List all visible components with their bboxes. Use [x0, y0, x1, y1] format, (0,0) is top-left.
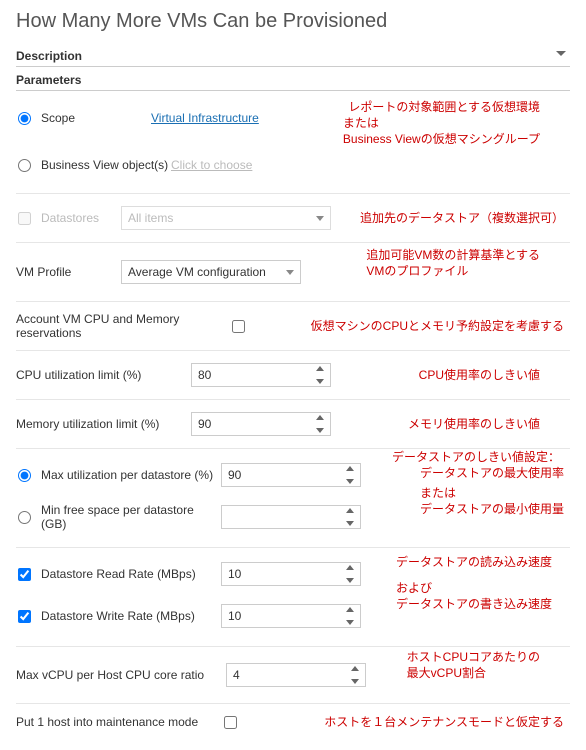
datastores-value: All items	[128, 211, 173, 225]
mem-limit-label: Memory utilization limit (%)	[16, 417, 191, 431]
cpu-limit-value: 80	[198, 368, 211, 382]
note-vcpu-2: 最大vCPU割合	[407, 665, 540, 681]
min-ds-input[interactable]	[221, 505, 361, 529]
write-rate-value: 10	[228, 609, 241, 623]
stepper-up-icon[interactable]	[346, 508, 354, 513]
read-rate-value: 10	[228, 567, 241, 581]
note-ds-b: データストアの最小使用量	[420, 501, 564, 517]
vcpu-ratio-input[interactable]: 4	[226, 663, 366, 687]
max-ds-value: 90	[228, 468, 241, 482]
page-title: How Many More VMs Can be Provisioned	[16, 10, 570, 33]
read-rate-label: Datastore Read Rate (MBps)	[41, 567, 221, 581]
reservations-label: Account VM CPU and Memory reservations	[16, 312, 232, 340]
mem-limit-value: 90	[198, 417, 211, 431]
stepper-down-icon[interactable]	[316, 428, 324, 433]
note-maint: ホストを１台メンテナンスモードと仮定する	[324, 714, 564, 730]
vmprofile-select[interactable]: Average VM configuration	[121, 260, 301, 284]
stepper-down-icon[interactable]	[351, 679, 359, 684]
vcpu-ratio-label: Max vCPU per Host CPU core ratio	[16, 668, 226, 682]
note-datastores: 追加先のデータストア（複数選択可）	[360, 210, 564, 226]
chevron-down-icon	[286, 270, 294, 275]
max-ds-label: Max utilization per datastore (%)	[41, 468, 221, 482]
description-label: Description	[16, 49, 82, 63]
stepper-down-icon[interactable]	[316, 379, 324, 384]
note-ds-title: データストアのしきい値設定：	[392, 449, 564, 465]
note-scope-2: または	[343, 115, 540, 131]
note-vmprof-1: 追加可能VM数の計算基準とする	[366, 247, 540, 263]
max-ds-input[interactable]: 90	[221, 463, 361, 487]
note-read: データストアの読み込み速度	[396, 554, 552, 570]
stepper-down-icon[interactable]	[346, 620, 354, 625]
datastores-label: Datastores	[41, 211, 121, 225]
stepper-up-icon[interactable]	[346, 466, 354, 471]
write-rate-input[interactable]: 10	[221, 604, 361, 628]
note-write: データストアの書き込み速度	[396, 596, 552, 612]
vmprofile-label: VM Profile	[16, 265, 121, 279]
note-ds-or: または	[420, 485, 564, 501]
note-cpu: CPU使用率のしきい値	[419, 367, 540, 383]
write-rate-label: Datastore Write Rate (MBps)	[41, 609, 221, 623]
stepper-up-icon[interactable]	[351, 666, 359, 671]
maint-label: Put 1 host into maintenance mode	[16, 715, 224, 729]
stepper-down-icon[interactable]	[346, 521, 354, 526]
stepper-up-icon[interactable]	[346, 607, 354, 612]
datastores-checkbox[interactable]	[18, 212, 31, 225]
cpu-limit-label: CPU utilization limit (%)	[16, 368, 191, 382]
write-rate-checkbox[interactable]	[18, 610, 31, 623]
maint-checkbox[interactable]	[224, 716, 237, 729]
scope-label: Scope	[41, 111, 151, 125]
stepper-up-icon[interactable]	[316, 366, 324, 371]
note-ds-a: データストアの最大使用率	[420, 465, 564, 481]
stepper-down-icon[interactable]	[346, 578, 354, 583]
chevron-down-icon	[316, 216, 324, 221]
chevron-down-icon	[556, 51, 566, 56]
description-header[interactable]: Description	[16, 43, 570, 67]
min-ds-radio[interactable]	[18, 511, 31, 524]
reservations-checkbox[interactable]	[232, 320, 245, 333]
note-reservations: 仮想マシンのCPUとメモリ予約設定を考慮する	[311, 318, 564, 334]
bvo-link[interactable]: Click to choose	[171, 158, 252, 172]
stepper-up-icon[interactable]	[316, 415, 324, 420]
cpu-limit-input[interactable]: 80	[191, 363, 331, 387]
stepper-up-icon[interactable]	[346, 565, 354, 570]
read-rate-checkbox[interactable]	[18, 568, 31, 581]
min-ds-label: Min free space per datastore (GB)	[41, 503, 221, 531]
vcpu-ratio-value: 4	[233, 668, 240, 682]
parameters-label: Parameters	[16, 73, 81, 87]
scope-link[interactable]: Virtual Infrastructure	[151, 111, 259, 125]
datastores-select[interactable]: All items	[121, 206, 331, 230]
parameters-header[interactable]: Parameters	[16, 67, 570, 91]
note-vcpu-1: ホストCPUコアあたりの	[407, 649, 540, 665]
max-ds-radio[interactable]	[18, 469, 31, 482]
vmprofile-value: Average VM configuration	[128, 265, 266, 279]
note-scope-1: レポートの対象範囲とする仮想環境	[348, 99, 540, 115]
note-rw-and: および	[396, 580, 552, 596]
mem-limit-input[interactable]: 90	[191, 412, 331, 436]
scope-radio[interactable]	[18, 112, 31, 125]
note-vmprof-2: VMのプロファイル	[366, 263, 540, 279]
bvo-label: Business View object(s)	[41, 158, 171, 172]
bvo-radio[interactable]	[18, 159, 31, 172]
note-scope-3: Business Viewの仮想マシングループ	[343, 131, 540, 147]
stepper-down-icon[interactable]	[346, 479, 354, 484]
read-rate-input[interactable]: 10	[221, 562, 361, 586]
note-mem: メモリ使用率のしきい値	[408, 416, 540, 432]
